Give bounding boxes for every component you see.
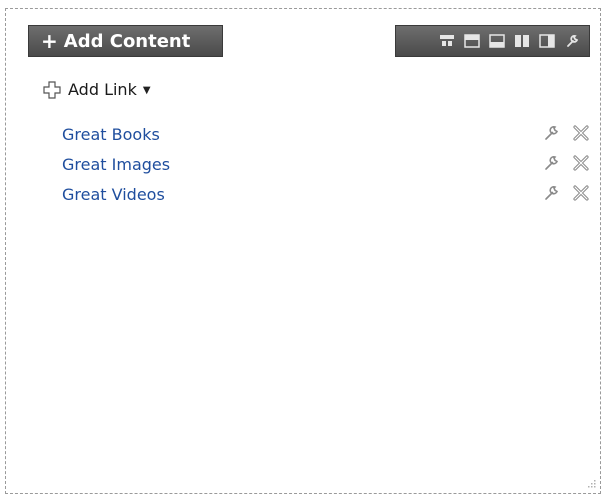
list-item: Great Books: [62, 119, 592, 149]
list-item: Great Videos: [62, 179, 592, 209]
edit-wrench-icon[interactable]: [542, 184, 560, 202]
edit-wrench-icon[interactable]: [542, 124, 560, 142]
plus-icon: +: [41, 29, 58, 53]
add-content-label: Add Content: [63, 30, 191, 52]
delete-x-icon[interactable]: [572, 184, 590, 202]
list-item: Great Images: [62, 149, 592, 179]
wrench-icon[interactable]: [563, 33, 581, 49]
layout-single-icon[interactable]: [538, 33, 556, 49]
layout-move-icon[interactable]: [438, 33, 456, 49]
add-link-label: Add Link: [68, 80, 137, 99]
resize-grip-icon[interactable]: [584, 478, 596, 490]
layout-columns-icon[interactable]: [513, 33, 531, 49]
add-link-icon: [43, 80, 61, 99]
delete-x-icon[interactable]: [572, 124, 590, 142]
delete-x-icon[interactable]: [572, 154, 590, 172]
chevron-down-icon: ▼: [142, 85, 151, 96]
add-link-menu[interactable]: Add Link ▼: [43, 80, 151, 99]
link-great-books[interactable]: Great Books: [62, 125, 160, 144]
link-great-videos[interactable]: Great Videos: [62, 185, 165, 204]
link-list: Great Books Great Images Great Videos: [62, 119, 592, 209]
edit-wrench-icon[interactable]: [542, 154, 560, 172]
add-content-button[interactable]: + Add Content: [28, 25, 223, 57]
layout-toolbar: [395, 25, 590, 57]
link-great-images[interactable]: Great Images: [62, 155, 170, 174]
layout-top-icon[interactable]: [463, 33, 481, 49]
layout-bottom-icon[interactable]: [488, 33, 506, 49]
